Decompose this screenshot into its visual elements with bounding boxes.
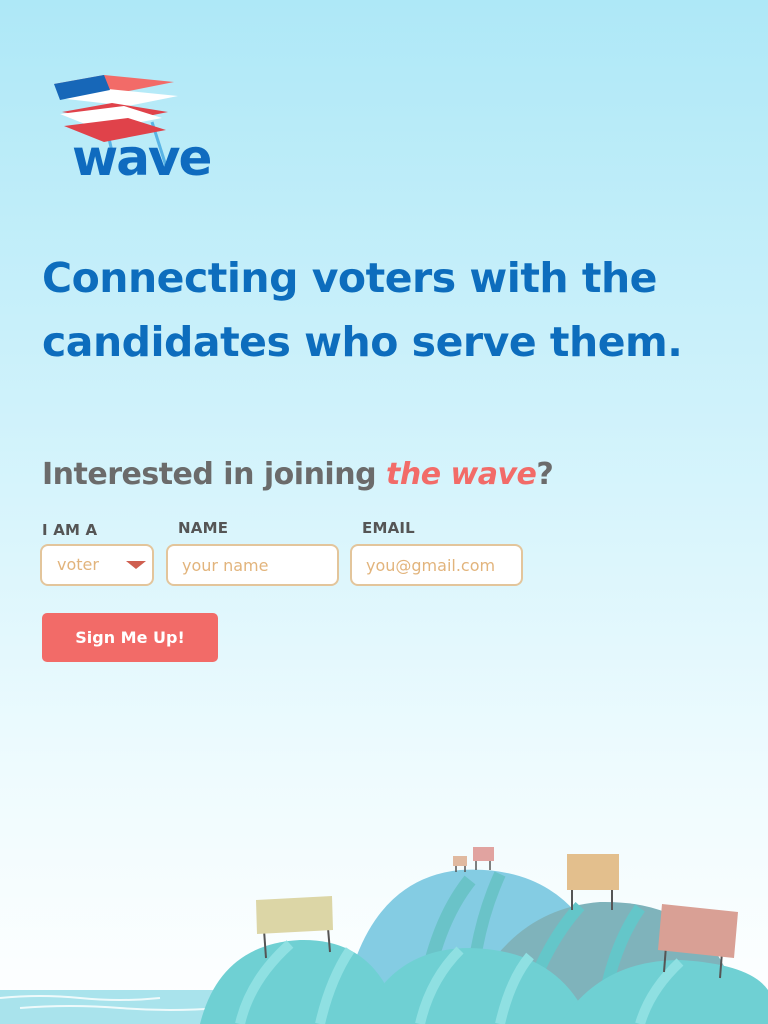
signup-prompt-suffix: ? xyxy=(536,457,554,492)
sign xyxy=(453,856,467,872)
sign xyxy=(567,854,619,910)
name-input[interactable] xyxy=(168,546,337,584)
role-select-value: voter xyxy=(57,555,99,574)
email-field-wrapper xyxy=(350,544,523,586)
wave-logo[interactable]: wave xyxy=(40,70,230,190)
email-input[interactable] xyxy=(352,546,521,584)
sign-up-button[interactable]: Sign Me Up! xyxy=(42,613,218,662)
name-field-wrapper xyxy=(166,544,339,586)
email-label: EMAIL xyxy=(362,519,415,537)
name-label: NAME xyxy=(178,519,229,537)
page-headline: Connecting voters with the candidates wh… xyxy=(42,254,683,366)
role-select[interactable]: voter xyxy=(40,544,154,586)
brand-wordmark: wave xyxy=(72,129,212,187)
role-label: I AM A xyxy=(42,521,98,539)
chevron-down-icon xyxy=(126,561,146,569)
signup-prompt-prefix: Interested in joining xyxy=(42,457,386,492)
signup-prompt: Interested in joining the wave? xyxy=(42,455,554,495)
hills-illustration xyxy=(0,847,768,1024)
signup-prompt-accent: the wave xyxy=(386,457,537,492)
sign xyxy=(473,847,494,870)
